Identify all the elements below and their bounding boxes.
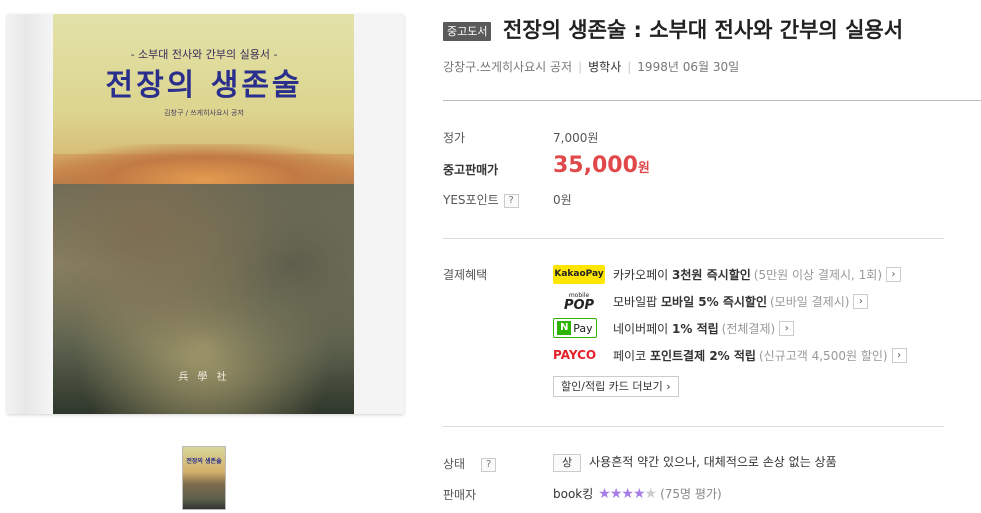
naverpay-logo-icon: N Pay <box>553 318 597 338</box>
seller-name[interactable]: book킹 <box>553 485 593 502</box>
condition-description: 사용흔적 약간 있으나, 대체적으로 손상 없는 상품 <box>589 455 837 469</box>
points-label: YES포인트 <box>443 193 499 207</box>
condition-help-icon[interactable]: ? <box>481 457 497 472</box>
product-meta: 강창구.쓰게히사요시 공저 | 병학사 | 1998년 06월 30일 <box>443 58 739 75</box>
chevron-right-icon[interactable]: › <box>853 293 869 309</box>
thumbnail-title: 전장의 생존술 <box>186 458 222 465</box>
used-book-badge: 중고도서 <box>443 22 492 41</box>
condition-label: 상태 <box>443 457 466 471</box>
rating-stars: ★★★★★ <box>598 485 658 502</box>
book-cover: - 소부대 전사와 간부의 실용서 - 전장의 생존술 김창구 / 쓰게히사요시… <box>53 14 355 414</box>
publish-date: 1998년 06월 30일 <box>637 60 740 74</box>
seller-label: 판매자 <box>443 488 477 502</box>
sale-price: 35,000원 <box>553 153 650 178</box>
star-empty-icon: ★ <box>644 485 658 502</box>
points-label-row: YES포인트? <box>443 191 519 208</box>
authors-link[interactable]: 강창구.쓰게히사요시 공저 <box>443 60 572 74</box>
kakaopay-logo-icon: KakaoPay <box>553 264 605 284</box>
product-image-frame: - 소부대 전사와 간부의 실용서 - 전장의 생존술 김창구 / 쓰게히사요시… <box>7 14 404 414</box>
star-filled-icon: ★ <box>609 485 623 502</box>
review-count: (75명 평가) <box>660 487 722 501</box>
benefit-text: 카카오페이 3천원 즉시할인 <box>613 267 751 282</box>
mobile-pop-logo-icon: mobile POP <box>563 292 595 313</box>
benefit-note: (신규고객 4,500원 할인) <box>758 348 888 363</box>
condition-label-row: 상태? <box>443 455 497 472</box>
benefit-payco: PAYCO 페이코 포인트결제 2% 적립 (신규고객 4,500원 할인) › <box>553 344 907 366</box>
benefit-text: 페이코 포인트결제 2% 적립 <box>613 348 756 363</box>
benefit-text: 네이버페이 1% 적립 <box>613 321 719 336</box>
list-price: 7,000원 <box>553 131 599 145</box>
sale-price-unit: 원 <box>637 161 650 176</box>
star-filled-icon: ★ <box>598 485 611 502</box>
cover-author: 김창구 / 쓰게히사요시 공저 <box>164 109 244 117</box>
product-photo: - 소부대 전사와 간부의 실용서 - 전장의 생존술 김창구 / 쓰게히사요시… <box>7 14 404 414</box>
points-help-icon[interactable]: ? <box>503 193 519 208</box>
condition-value: 상 사용흔적 약간 있으나, 대체적으로 손상 없는 상품 <box>553 453 837 472</box>
page-title: 전장의 생존술 : 소부대 전사와 간부의 실용서 <box>503 18 904 42</box>
more-cards-button[interactable]: 할인/적립 카드 더보기 › <box>553 376 679 397</box>
sale-price-value: 35,000 <box>553 153 638 178</box>
divider: | <box>627 60 632 74</box>
condition-grade-badge: 상 <box>553 454 582 472</box>
points-value: 0원 <box>553 193 572 207</box>
benefit-note: (전체결제) <box>721 321 776 336</box>
benefit-kakaopay: KakaoPay 카카오페이 3천원 즉시할인 (5만원 이상 결제시, 1회)… <box>553 263 902 285</box>
star-filled-icon: ★ <box>632 485 646 502</box>
divider <box>443 238 944 239</box>
thumbnail-image[interactable]: 전장의 생존술 <box>182 446 226 510</box>
divider <box>443 426 944 427</box>
chevron-right-icon[interactable]: › <box>891 347 907 363</box>
list-price-label: 정가 <box>443 131 466 145</box>
chevron-right-icon[interactable]: › <box>779 320 795 336</box>
benefit-note: (모바일 결제시) <box>770 294 850 309</box>
sale-price-label: 중고판매가 <box>443 163 499 177</box>
benefit-note: (5만원 이상 결제시, 1회) <box>753 267 883 282</box>
cover-publisher: 兵 學 社 <box>178 372 230 383</box>
divider: | <box>578 60 583 74</box>
chevron-right-icon[interactable]: › <box>886 266 902 282</box>
cover-title: 전장의 생존술 <box>105 68 303 103</box>
benefit-naverpay: N Pay 네이버페이 1% 적립 (전체결제) › <box>553 317 795 339</box>
payco-logo-icon: PAYCO <box>553 348 597 362</box>
payment-benefits-label: 결제혜택 <box>443 268 488 282</box>
star-filled-icon: ★ <box>621 485 634 502</box>
divider <box>443 100 981 101</box>
benefit-mobilepop: mobile POP 모바일팝 모바일 5% 즉시할인 (모바일 결제시) › <box>553 290 869 313</box>
publisher-link[interactable]: 병학사 <box>588 60 621 74</box>
benefit-text: 모바일팝 모바일 5% 즉시할인 <box>613 294 767 309</box>
seller-info: book킹 ★★★★★ (75명 평가) <box>553 485 722 502</box>
